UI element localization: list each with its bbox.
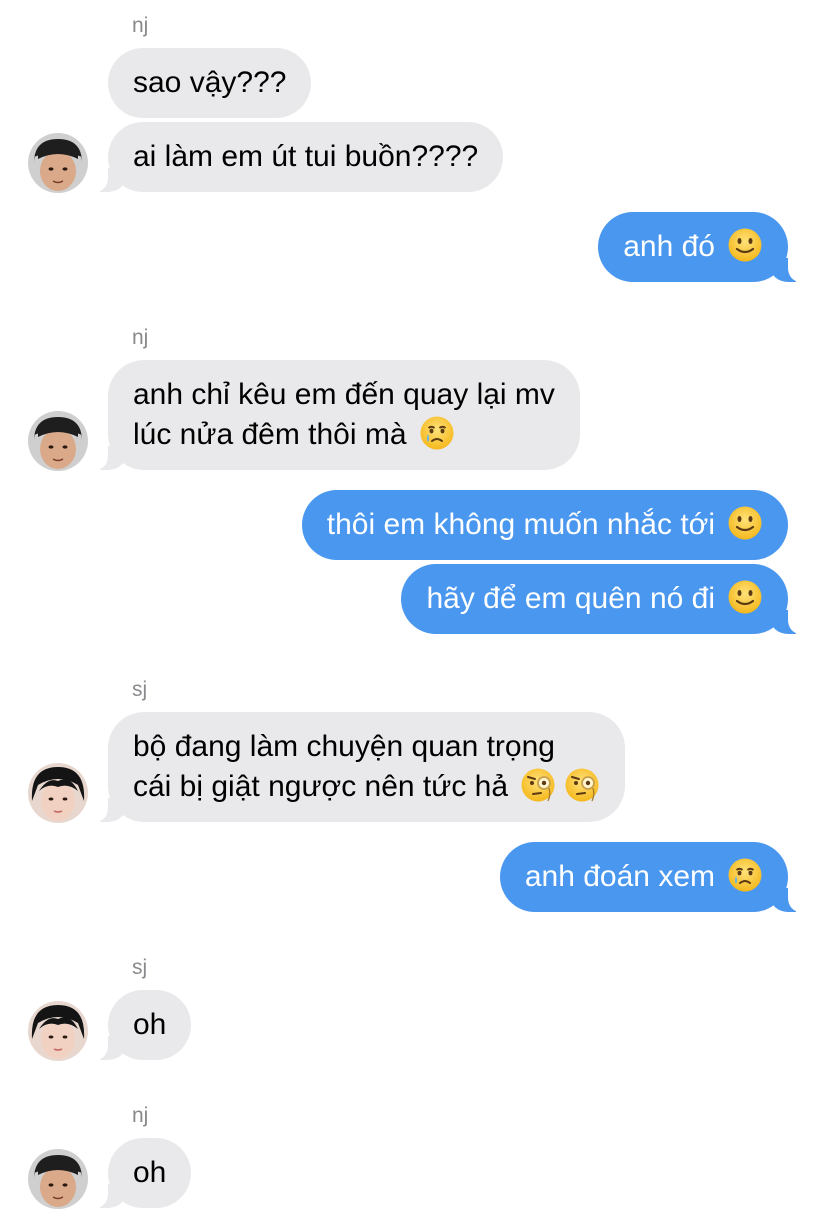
message-text: oh [133,1008,167,1041]
slightly-smiling-face-icon [727,227,763,263]
message-text-line: bộ đang làm chuyện quan trọng [133,730,555,763]
sender-label: sj [132,678,148,701]
message-text: hãy để em quên nó đi [426,582,715,615]
message-bubble-incoming[interactable]: oh [91,1138,192,1208]
nj-avatar-icon [28,1149,88,1209]
avatar[interactable] [28,1149,88,1209]
message-bubble-incoming[interactable]: ai làm em út tui buồn???? [91,122,504,192]
nj-avatar-icon [28,133,88,193]
slightly-smiling-face-icon [727,505,763,541]
message-text: sao vậy??? [133,66,287,99]
message-text-line: anh chỉ kêu em đến quay lại mv [133,378,555,411]
message-text: anh đó [623,230,715,263]
nj-avatar-icon [28,411,88,471]
message-text-line: lúc nửa đêm thôi mà [133,418,407,451]
sender-label: sj [132,956,148,979]
message-bubble-outgoing[interactable]: thôi em không muốn nhắc tới [301,490,788,560]
message-text: oh [133,1156,167,1189]
avatar[interactable] [28,133,88,193]
sender-label: nj [132,326,149,349]
slightly-smiling-face-icon [727,579,763,615]
face-with-monocle-icon [564,767,600,803]
face-holding-back-tears-icon [727,857,763,893]
message-bubble-outgoing[interactable]: anh đó [598,212,804,282]
message-bubble-incoming[interactable]: sao vậy??? [108,48,312,118]
message-text-line: cái bị giật ngược nên tức hả [133,770,509,803]
avatar[interactable] [28,411,88,471]
sender-label: nj [132,14,149,37]
message-bubble-outgoing[interactable]: anh đoán xem [499,842,805,912]
message-text: ai làm em út tui buồn???? [133,140,479,173]
sj-avatar-icon [28,763,88,823]
face-holding-back-tears-icon [419,415,455,451]
avatar[interactable] [28,763,88,823]
message-bubble-outgoing[interactable]: hãy để em quên nó đi [401,564,804,634]
sender-label: nj [132,1104,149,1127]
message-bubble-incoming[interactable]: oh [91,990,192,1060]
message-text: anh đoán xem [524,860,715,893]
avatar[interactable] [28,1001,88,1061]
face-with-monocle-icon [520,767,556,803]
message-bubble-incoming[interactable]: bộ đang làm chuyện quan trọng cái bị giậ… [91,712,626,822]
message-text: thôi em không muốn nhắc tới [326,508,715,541]
message-bubble-incoming[interactable]: anh chỉ kêu em đến quay lại mv lúc nửa đ… [92,360,580,470]
sj-avatar-icon [28,1001,88,1061]
